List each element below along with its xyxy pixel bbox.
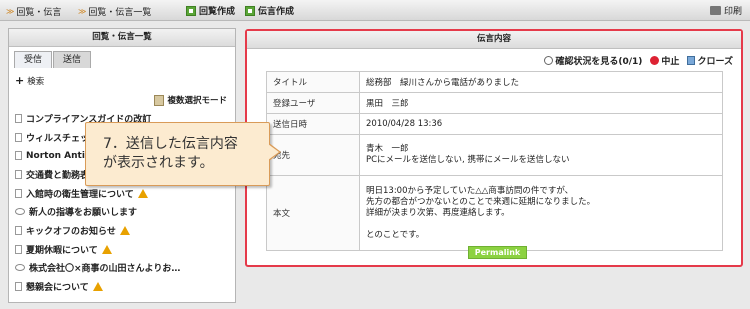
list-item[interactable]: キックオフのお知らせ [13, 221, 233, 240]
table-row: タイトル 総務部 緑川さんから電話がありました [266, 71, 723, 93]
table-row: 登録ユーザ 黒田 三郎 [266, 92, 723, 114]
list-item-label: キックオフのお知らせ [26, 226, 116, 237]
button-label: クローズ [697, 57, 733, 67]
field-value: 明日13:00から予定していた△△商事訪問の件ですが、 先方の都合がつかないとのこ… [359, 175, 723, 251]
tab-received[interactable]: 受信 [14, 51, 53, 68]
list-item[interactable]: 入館時の衛生管理について [13, 184, 233, 203]
multi-select-icon [154, 94, 165, 106]
table-row: 送信日時 2010/04/28 13:36 [266, 113, 723, 135]
search-label: 検索 [27, 77, 45, 87]
callout-line: が表示されます。 [103, 155, 214, 171]
print-button[interactable]: 印刷 [709, 4, 742, 17]
list-item-label: 入館時の衛生管理について [26, 189, 134, 200]
field-label: 本文 [266, 175, 360, 251]
document-icon [15, 169, 22, 179]
document-icon [15, 188, 22, 198]
tab-sent[interactable]: 送信 [53, 51, 92, 68]
breadcrumb-circular-list[interactable]: ≫ 回覧・伝言一覧 [78, 5, 151, 18]
body-line [366, 219, 716, 230]
confirm-status-button[interactable]: 確認状況を見る(0/1) [544, 54, 642, 67]
document-icon [15, 113, 22, 123]
arrow-icon: ≫ [78, 7, 87, 16]
list-item[interactable]: 新人の指導をお願いします [13, 202, 233, 221]
list-item[interactable]: 夏期休暇について [13, 240, 233, 259]
printer-icon [709, 6, 721, 15]
field-value: 2010/04/28 13:36 [359, 113, 723, 135]
body-line: とのことです。 [366, 229, 425, 240]
breadcrumb-label: 回覧・伝言 [16, 8, 62, 18]
create-icon [245, 5, 255, 16]
create-icon [186, 5, 196, 16]
plus-icon: + [15, 74, 25, 87]
button-label: 回覧作成 [199, 7, 236, 17]
warning-icon [101, 244, 112, 254]
field-label: タイトル [266, 71, 360, 93]
list-item-label: 夏期休暇について [26, 245, 98, 256]
panel-title: 回覧・伝言一覧 [9, 29, 235, 47]
multi-select-mode-button[interactable]: 複数選択モード [154, 94, 227, 106]
search-toggle[interactable]: + 検索 [15, 75, 44, 87]
recipient-options: PCにメールを送信しない, 携帯にメールを送信しない [366, 155, 570, 165]
detail-actions: 確認状況を見る(0/1) 中止 クローズ [544, 54, 733, 67]
recipient-name: 青木 一郎 [366, 144, 409, 154]
stop-icon [650, 56, 660, 65]
tutorial-callout: 7．送信した伝言内容 が表示されます。 [85, 122, 270, 186]
create-circular-button[interactable]: 回覧作成 [186, 4, 235, 17]
table-row: 本文 明日13:00から予定していた△△商事訪問の件ですが、 先方の都合がつかないと… [266, 175, 723, 251]
button-label: 印刷 [723, 7, 742, 17]
field-value: 青木 一郎 PCにメールを送信しない, 携帯にメールを送信しない [359, 134, 723, 176]
list-item-label: 新人の指導をお願いします [29, 208, 138, 219]
stop-button[interactable]: 中止 [650, 54, 679, 67]
message-detail-table: タイトル 総務部 緑川さんから電話がありました 登録ユーザ 黒田 三郎 送信日時 20… [266, 71, 723, 251]
list-item-label: 株式会社〇×商事の山田さんよりお… [29, 264, 181, 275]
document-icon [15, 225, 22, 235]
list-item[interactable]: 株式会社〇×商事の山田さんよりお… [13, 259, 233, 278]
close-icon [687, 56, 696, 65]
speech-bubble-icon [15, 264, 25, 272]
panel-title: 伝言内容 [247, 31, 741, 49]
field-value: 黒田 三郎 [359, 92, 723, 114]
breadcrumb-circular[interactable]: ≫ 回覧・伝言 [6, 5, 61, 18]
warning-icon [119, 225, 130, 235]
breadcrumb-label: 回覧・伝言一覧 [88, 8, 152, 18]
body-line: 先方の都合がつかないとのことで来週に延期になりました。 [366, 196, 596, 207]
list-item[interactable]: 懇親会について [13, 277, 233, 296]
body-line: 明日13:00から予定していた△△商事訪問の件ですが、 [366, 185, 574, 196]
callout-pointer-fill [268, 144, 279, 160]
field-label: 送信日時 [266, 113, 360, 135]
arrow-icon: ≫ [6, 7, 15, 16]
field-value: 総務部 緑川さんから電話がありました [359, 71, 723, 93]
top-toolbar: ≫ 回覧・伝言 ≫ 回覧・伝言一覧 回覧作成 伝言作成 印刷 [0, 0, 750, 21]
magnifier-icon [544, 56, 554, 65]
tab-bar: 受信 送信 [14, 51, 92, 68]
permalink-button[interactable]: Permalink [468, 246, 527, 259]
callout-line: 7．送信した伝言内容 [103, 136, 238, 152]
document-icon [15, 244, 22, 254]
document-icon [15, 151, 22, 161]
document-icon [15, 282, 22, 292]
speech-bubble-icon [15, 208, 25, 216]
button-label: 確認状況を見る(0/1) [555, 57, 643, 67]
message-detail-panel: 伝言内容 確認状況を見る(0/1) 中止 クローズ タイトル 総務部 緑川さんから… [245, 29, 743, 267]
button-label: 複数選択モード [167, 96, 227, 106]
list-item-label: 懇親会について [26, 283, 89, 294]
body-line: 詳細が決まり次第、再度連絡します。 [366, 207, 510, 218]
table-row: 宛先 青木 一郎 PCにメールを送信しない, 携帯にメールを送信しない [266, 134, 723, 176]
button-label: 中止 [661, 57, 680, 67]
warning-icon [137, 188, 148, 198]
close-button[interactable]: クローズ [687, 54, 733, 67]
field-label: 登録ユーザ [266, 92, 360, 114]
warning-icon [92, 282, 103, 292]
create-message-button[interactable]: 伝言作成 [245, 4, 294, 17]
document-icon [15, 132, 22, 142]
button-label: 伝言作成 [258, 7, 295, 17]
